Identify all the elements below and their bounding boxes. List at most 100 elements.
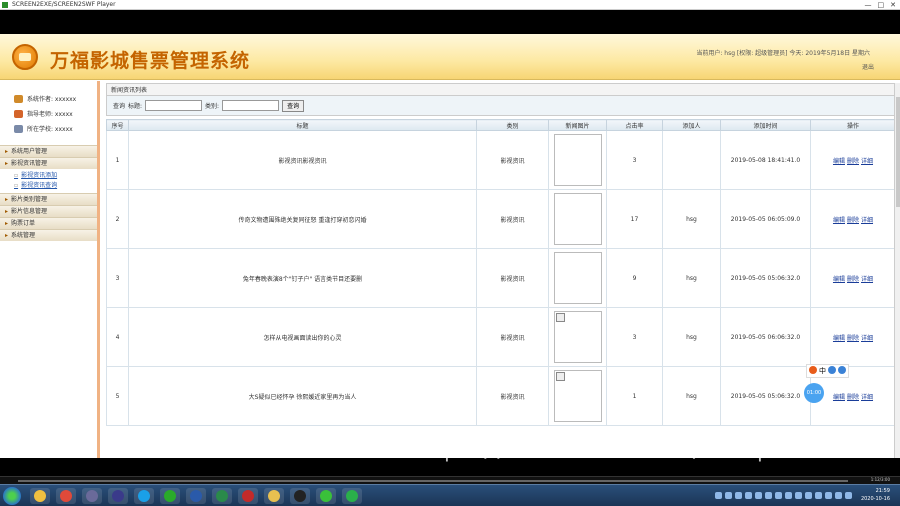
- sogou-icon[interactable]: [809, 366, 817, 374]
- row-image: [548, 248, 607, 308]
- recording-timer-badge[interactable]: 01:00: [804, 383, 824, 403]
- taskbar-app[interactable]: [108, 488, 128, 504]
- menu-system[interactable]: 系统管理: [0, 229, 97, 241]
- ime-toolbar[interactable]: 中: [806, 364, 849, 378]
- detail-link[interactable]: 详细: [861, 276, 873, 283]
- delete-link[interactable]: 删除: [847, 158, 859, 165]
- tray-icon[interactable]: [715, 492, 722, 499]
- tray-icon[interactable]: [775, 492, 782, 499]
- row-clicks: 3: [606, 307, 663, 367]
- row-title: 大S疑似已经怀孕 徐熙媛近家里再为当人: [128, 366, 477, 426]
- menu-news[interactable]: 影视资讯管理: [0, 157, 97, 169]
- row-user: hsg: [662, 189, 721, 249]
- submenu-news: 影视资讯添加 影视资讯查询: [0, 169, 97, 193]
- mic-icon[interactable]: [828, 366, 836, 374]
- word-icon: [190, 490, 202, 502]
- tray-icon[interactable]: [805, 492, 812, 499]
- detail-link[interactable]: 详细: [861, 158, 873, 165]
- close-button[interactable]: ✕: [890, 0, 896, 10]
- keyboard-icon[interactable]: [838, 366, 846, 374]
- type-search-input[interactable]: [222, 100, 280, 111]
- tray-icon[interactable]: [735, 492, 742, 499]
- scrollbar-thumb[interactable]: [896, 97, 900, 207]
- row-clicks: 17: [606, 189, 663, 249]
- taskbar-app[interactable]: [264, 488, 284, 504]
- taskbar-app[interactable]: [30, 488, 50, 504]
- col-no: 序号: [106, 119, 129, 131]
- menu-orders[interactable]: 购票订单: [0, 217, 97, 229]
- tray-icon[interactable]: [725, 492, 732, 499]
- player-bar: 1:12/3:00: [0, 476, 900, 484]
- col-time: 添加时间: [720, 119, 811, 131]
- title-label: 标题:: [128, 103, 143, 110]
- tray-icon[interactable]: [815, 492, 822, 499]
- window-titlebar: SCREEN2EXE/SCREEN2SWF Player — □ ✕: [0, 0, 900, 10]
- edit-link[interactable]: 编辑: [833, 158, 845, 165]
- taskbar-app[interactable]: [316, 488, 336, 504]
- table-row: 3 兔年春晚表演8个"钉子户" 语言类节目还要删 影视资讯 9 hsg 2019-05-0…: [106, 248, 896, 308]
- row-clicks: 9: [606, 248, 663, 308]
- taskbar-app[interactable]: [56, 488, 76, 504]
- player-seekbar[interactable]: [18, 480, 848, 482]
- explorer-icon: [34, 490, 46, 502]
- tray-icon[interactable]: [845, 492, 852, 499]
- delete-link[interactable]: 删除: [847, 335, 859, 342]
- tray-icon[interactable]: [785, 492, 792, 499]
- detail-link[interactable]: 详细: [861, 217, 873, 224]
- taskbar-app[interactable]: [238, 488, 258, 504]
- clock-time: 21:59: [875, 488, 890, 494]
- edit-link[interactable]: 编辑: [833, 276, 845, 283]
- ime-mode[interactable]: 中: [819, 366, 826, 376]
- submenu-news-add[interactable]: 影视资讯添加: [14, 171, 97, 181]
- tray-icon[interactable]: [825, 492, 832, 499]
- news-thumbnail: [553, 134, 602, 186]
- taskbar-app[interactable]: [186, 488, 206, 504]
- edit-link[interactable]: 编辑: [833, 394, 845, 401]
- minimize-button[interactable]: —: [865, 0, 872, 10]
- wechat-icon: [164, 490, 176, 502]
- logout-link[interactable]: 退出: [862, 62, 874, 71]
- teacher-row: 指导老师: xxxxx: [14, 106, 97, 121]
- row-type: 影视资讯: [476, 248, 549, 308]
- app-title: 万福影城售票管理系统: [50, 50, 251, 72]
- tray-icon[interactable]: [755, 492, 762, 499]
- tray-icon[interactable]: [765, 492, 772, 499]
- table-header-row: 序号 标题 类别 新闻图片 点击率 添加人 添加时间 操作: [106, 119, 896, 131]
- player-icon: [86, 490, 98, 502]
- col-type: 类别: [476, 119, 549, 131]
- start-button[interactable]: [3, 487, 21, 505]
- letterbox-top: [0, 10, 900, 34]
- taskbar-app[interactable]: [134, 488, 154, 504]
- submenu-news-query[interactable]: 影视资讯查询: [14, 181, 97, 191]
- menu-film-category[interactable]: 影片类别管理: [0, 193, 97, 205]
- col-ops: 操作: [810, 119, 896, 131]
- delete-link[interactable]: 删除: [847, 276, 859, 283]
- row-type: 影视资讯: [476, 189, 549, 249]
- search-label: 查询: [113, 103, 126, 110]
- clock[interactable]: 21:59 2020-10-16: [861, 487, 890, 503]
- taskbar-app[interactable]: [212, 488, 232, 504]
- title-search-input[interactable]: [145, 100, 203, 111]
- sidebar: 系统作者: xxxxxx 指导老师: xxxxx 所在学校: xxxxx 系统用…: [0, 81, 100, 458]
- search-button[interactable]: 查询: [282, 99, 305, 112]
- tray-icon[interactable]: [835, 492, 842, 499]
- taskbar-app[interactable]: [82, 488, 102, 504]
- taskbar-app[interactable]: [160, 488, 180, 504]
- taskbar-app[interactable]: [290, 488, 310, 504]
- edit-link[interactable]: 编辑: [833, 335, 845, 342]
- row-clicks: 1: [606, 366, 663, 426]
- page-scrollbar[interactable]: [894, 83, 900, 458]
- maximize-button[interactable]: □: [878, 0, 885, 10]
- detail-link[interactable]: 详细: [861, 394, 873, 401]
- tray-icon[interactable]: [795, 492, 802, 499]
- delete-link[interactable]: 删除: [847, 217, 859, 224]
- record-icon: [346, 490, 358, 502]
- edit-link[interactable]: 编辑: [833, 217, 845, 224]
- delete-link[interactable]: 删除: [847, 394, 859, 401]
- detail-link[interactable]: 详细: [861, 335, 873, 342]
- tray-icon[interactable]: [745, 492, 752, 499]
- taskbar-app[interactable]: [342, 488, 362, 504]
- user-info: 当前用户: hsg [权限: 超级管理员] 今天: 2019年5月18日 星期六: [696, 50, 870, 57]
- menu-film-info[interactable]: 影片信息管理: [0, 205, 97, 217]
- menu-system-users[interactable]: 系统用户管理: [0, 145, 97, 157]
